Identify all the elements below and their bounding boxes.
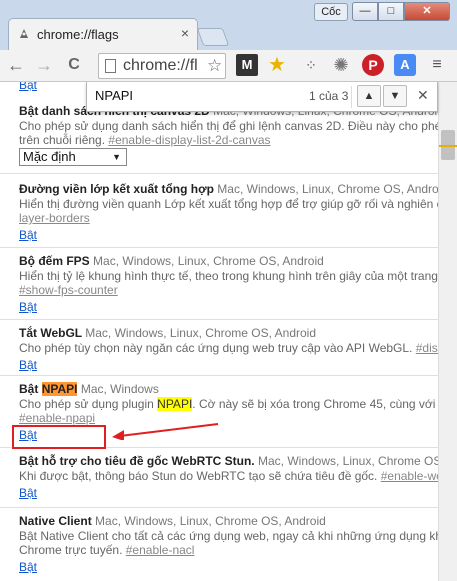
find-close-icon[interactable]: ✕ bbox=[417, 87, 429, 104]
bookmark-star-icon[interactable]: ☆ bbox=[207, 56, 222, 76]
experiment-description-cont: layer-borders bbox=[19, 211, 438, 225]
page-icon bbox=[105, 59, 116, 73]
tab-title: chrome://flags bbox=[37, 27, 119, 42]
maximize-button[interactable]: □ bbox=[378, 2, 404, 21]
enable-link[interactable]: Bật bbox=[19, 559, 37, 575]
profile-badge[interactable]: Cốc bbox=[314, 3, 348, 21]
vertical-scrollbar[interactable] bbox=[438, 82, 457, 581]
extension-gear-icon[interactable]: ✺ bbox=[330, 54, 352, 76]
experiment-anchor-link[interactable]: #show-fps-counter bbox=[19, 283, 118, 297]
experiment-title-text: Đường viền lớp kết xuất tổng hợp bbox=[19, 182, 214, 196]
experiment-select[interactable]: Mặc định ▼ bbox=[19, 148, 127, 166]
experiment-title-text: Tắt WebGL bbox=[19, 326, 82, 340]
experiment-anchor-link[interactable]: #enable-display-list-2d-canvas bbox=[108, 133, 270, 147]
experiment-description-cont: #show-fps-counter bbox=[19, 283, 438, 297]
experiment-description-text-2: . Cờ này sẽ bị xóa trong Chrome 45, cùng… bbox=[192, 397, 438, 411]
experiment-title: Bộ đếm FPS Mac, Windows, Linux, Chrome O… bbox=[19, 254, 438, 269]
extension-m-icon[interactable]: M bbox=[236, 54, 258, 76]
close-window-button[interactable]: ✕ bbox=[404, 2, 450, 21]
find-match-current: NPAPI bbox=[41, 382, 78, 396]
experiment-title: Đường viền lớp kết xuất tổng hợp Mac, Wi… bbox=[19, 182, 438, 197]
experiment-fps-counter: Bộ đếm FPS Mac, Windows, Linux, Chrome O… bbox=[0, 248, 438, 320]
experiment-description: Cho phép tùy chọn này ngăn các ứng dụng … bbox=[19, 341, 438, 355]
experiment-layer-borders: Đường viền lớp kết xuất tổng hợp Mac, Wi… bbox=[0, 178, 438, 248]
experiment-description: Hiển thị đường viền quanh Lớp kết xuất t… bbox=[19, 197, 438, 211]
enable-link[interactable]: Bật bbox=[19, 357, 37, 373]
find-match: NPAPI bbox=[157, 397, 193, 411]
experiment-title-text: Bộ đếm FPS bbox=[19, 254, 90, 268]
experiment-title-text: Native Client bbox=[19, 514, 92, 528]
experiment-description: Khi được bật, thông báo Stun do WebRTC t… bbox=[19, 469, 438, 483]
pinterest-icon[interactable]: P bbox=[362, 54, 384, 76]
experiment-title: Bật hỗ trợ cho tiêu đề gốc WebRTC Stun. … bbox=[19, 454, 438, 469]
title-bar: chrome://flags × Cốc — □ ✕ bbox=[0, 0, 457, 52]
experiment-description: Cho phép sử dụng plugin NPAPI. Cờ này sẽ… bbox=[19, 397, 438, 411]
find-divider bbox=[351, 86, 352, 108]
experiment-description-cont: #enable-npapi bbox=[19, 411, 438, 425]
experiment-platforms: Mac, Windows, Linux, Chrome OS, Android bbox=[217, 182, 438, 196]
experiment-description: Cho phép sử dụng danh sách hiển thị để g… bbox=[19, 119, 438, 133]
experiment-title: Native Client Mac, Windows, Linux, Chrom… bbox=[19, 514, 438, 529]
experiment-description-text: Cho phép tùy chọn này ngăn các ứng dụng … bbox=[19, 341, 413, 355]
experiment-description: Bật Native Client cho tất cả các ứng dụn… bbox=[19, 529, 438, 543]
find-previous-button[interactable]: ▲ bbox=[357, 85, 381, 107]
new-tab-button[interactable] bbox=[196, 28, 230, 46]
dropdown-arrow-icon: ▼ bbox=[112, 152, 121, 162]
experiment-platforms: Mac, Windows bbox=[80, 382, 159, 396]
experiment-platforms: Mac, Windows, Linux, Chrome OS, Android bbox=[95, 514, 326, 528]
find-result-marker bbox=[439, 145, 457, 147]
enable-link-top[interactable]: Bật bbox=[19, 82, 37, 93]
experiment-disable-webgl: Tắt WebGL Mac, Windows, Linux, Chrome OS… bbox=[0, 320, 438, 376]
enable-link[interactable]: Bật bbox=[19, 485, 37, 501]
experiment-title: Tắt WebGL Mac, Windows, Linux, Chrome OS… bbox=[19, 326, 438, 341]
experiment-anchor-link[interactable]: #enable-npapi bbox=[19, 411, 95, 425]
experiment-anchor-link[interactable]: #enable-webrtc-stun- bbox=[381, 469, 438, 483]
minimize-button[interactable]: — bbox=[352, 2, 378, 21]
find-match-count: 1 của 3 bbox=[309, 89, 349, 103]
annotation-highlight-box bbox=[12, 425, 106, 449]
forward-button[interactable]: → bbox=[34, 56, 54, 76]
enable-link[interactable]: Bật bbox=[19, 299, 37, 315]
find-next-button[interactable]: ▼ bbox=[383, 85, 407, 107]
experiment-platforms: Mac, Windows, Linux, Chrome OS, Android bbox=[85, 326, 317, 340]
truncated-action: Bật bbox=[19, 82, 79, 92]
experiment-title-text: Bật bbox=[19, 382, 39, 396]
experiment-description-cont: Chrome trực tuyến. #enable-nacl bbox=[19, 543, 438, 557]
experiment-anchor-link[interactable]: layer-borders bbox=[19, 211, 90, 225]
translate-icon[interactable]: A bbox=[394, 54, 416, 76]
browser-toolbar: ← → C chrome://fl ☆ M ★ ⁘ ✺ P A ≡ bbox=[0, 50, 457, 82]
experiment-native-client: Native Client Mac, Windows, Linux, Chrom… bbox=[0, 508, 438, 581]
experiment-title: Bật NPAPI Mac, Windows bbox=[19, 382, 438, 397]
experiment-description-text: trên chuỗi riêng. bbox=[19, 133, 106, 147]
experiment-webrtc-stun: Bật hỗ trợ cho tiêu đề gốc WebRTC Stun. … bbox=[0, 448, 438, 508]
enable-link[interactable]: Bật bbox=[19, 227, 37, 243]
experiment-description-cont: trên chuỗi riêng. #enable-display-list-2… bbox=[19, 133, 438, 147]
experiment-platforms: Mac, Windows, Linux, Chrome OS, Android bbox=[257, 454, 438, 468]
reload-button[interactable]: C bbox=[64, 56, 84, 76]
chrome-menu-icon[interactable]: ≡ bbox=[426, 54, 448, 76]
back-button[interactable]: ← bbox=[6, 56, 26, 76]
experiment-description-text: Khi được bật, thông báo Stun do WebRTC t… bbox=[19, 469, 378, 483]
find-bar: NPAPI 1 của 3 ▲ ▼ ✕ bbox=[86, 82, 438, 112]
experiment-anchor-link[interactable]: #enable-nacl bbox=[126, 543, 195, 557]
flags-page: Bật Bật danh sách hiển thị canvas 2D Mac… bbox=[0, 82, 438, 581]
experiment-anchor-link[interactable]: #disable-webgl bbox=[416, 341, 438, 355]
find-input[interactable]: NPAPI bbox=[95, 88, 295, 103]
experiment-description-text: Cho phép sử dụng plugin bbox=[19, 397, 154, 411]
experiment-title-text: Bật hỗ trợ cho tiêu đề gốc WebRTC Stun. bbox=[19, 454, 255, 468]
address-bar[interactable]: chrome://fl ☆ bbox=[98, 53, 226, 79]
flask-icon bbox=[20, 29, 28, 38]
experiment-description: Hiển thị tỷ lệ khung hình thực tế, theo … bbox=[19, 269, 438, 283]
tab-close-icon[interactable]: × bbox=[181, 25, 189, 41]
annotation-arrow-icon bbox=[112, 423, 219, 440]
address-text[interactable]: chrome://fl bbox=[123, 57, 203, 75]
extension-dots-icon[interactable]: ⁘ bbox=[300, 54, 322, 76]
extension-star-icon[interactable]: ★ bbox=[266, 54, 288, 76]
tab-flags[interactable]: chrome://flags × bbox=[8, 18, 198, 50]
experiment-description-text: Chrome trực tuyến. bbox=[19, 543, 123, 557]
experiment-platforms: Mac, Windows, Linux, Chrome OS, Android bbox=[93, 254, 324, 268]
select-value: Mặc định bbox=[23, 149, 76, 164]
